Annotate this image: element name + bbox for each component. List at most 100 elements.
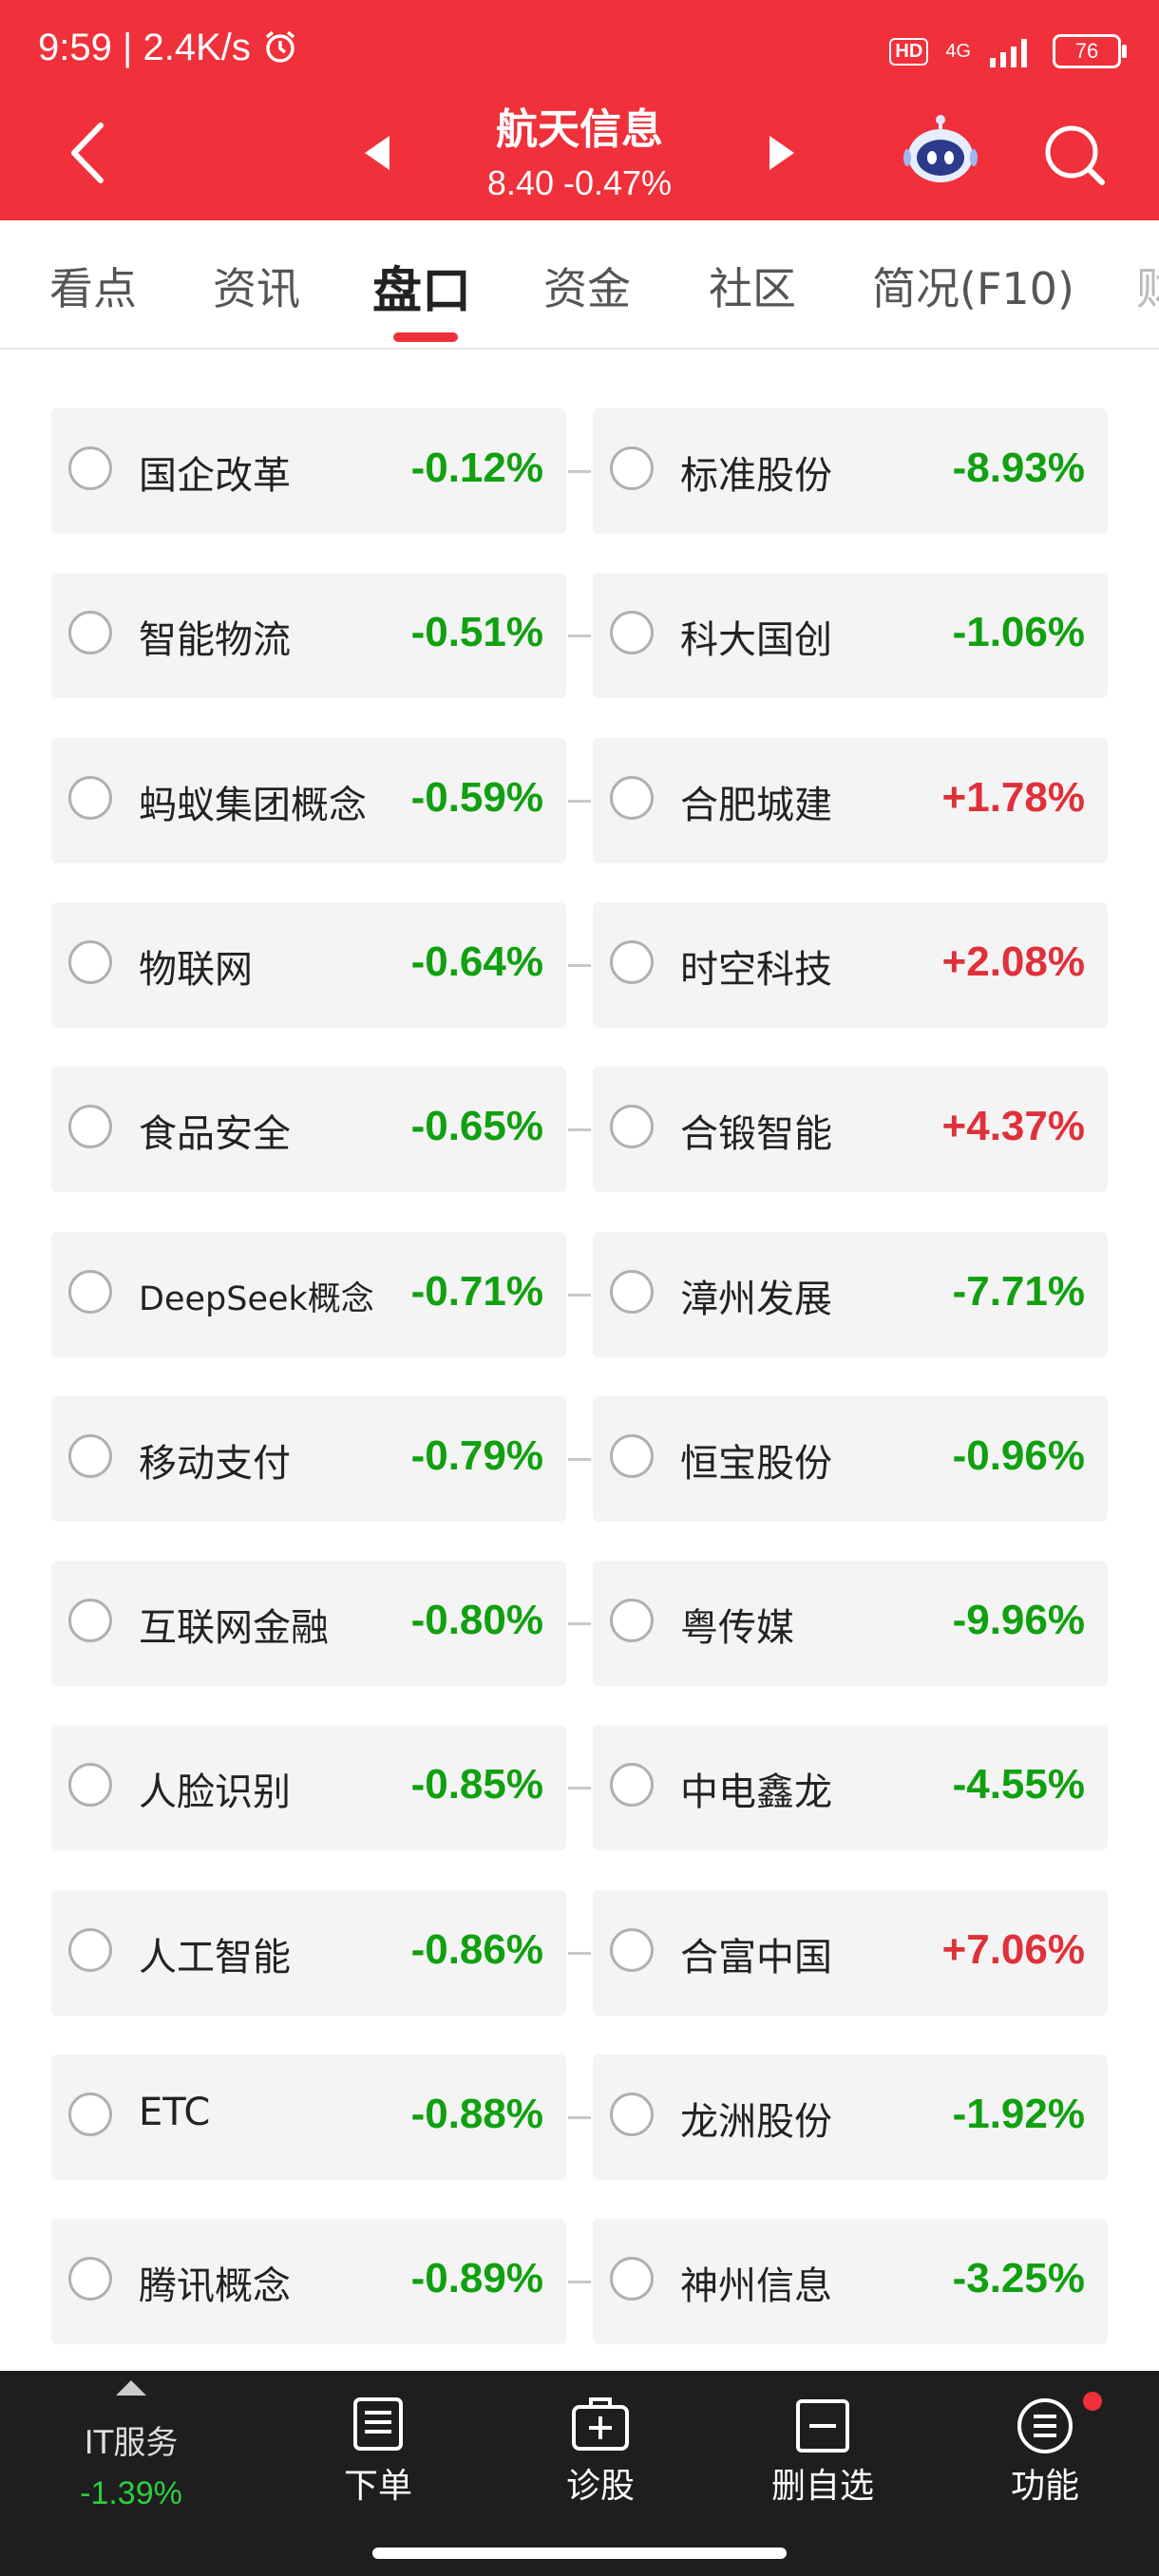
select-radio[interactable]: [610, 611, 654, 654]
concept-stock-cell-left[interactable]: 国企改革 -0.12%: [51, 408, 566, 534]
row-connector: [568, 470, 591, 473]
tab-community[interactable]: 社区: [709, 255, 796, 317]
select-radio[interactable]: [68, 940, 112, 984]
concept-stock-cell-left[interactable]: 腾讯概念 -0.89%: [51, 2219, 566, 2344]
row-connector: [568, 964, 591, 967]
concept-stock-cell-left[interactable]: 智能物流 -0.51%: [51, 573, 566, 698]
select-radio[interactable]: [610, 1763, 654, 1807]
concept-stock-cell-right[interactable]: 粤传媒 -9.96%: [593, 1561, 1108, 1686]
select-radio[interactable]: [68, 1763, 112, 1807]
remove-watchlist-label: 删自选: [770, 2467, 874, 2506]
select-radio[interactable]: [68, 1105, 112, 1148]
function-menu-button[interactable]: 功能: [950, 2371, 1140, 2561]
concept-stock-cell-right[interactable]: 合锻智能 +4.37%: [593, 1067, 1108, 1192]
item-name: 中电鑫龙: [680, 1771, 832, 1814]
select-radio[interactable]: [610, 776, 654, 820]
select-radio[interactable]: [68, 611, 112, 654]
select-radio[interactable]: [68, 1599, 112, 1642]
concept-stock-cell-left[interactable]: 物联网 -0.64%: [51, 902, 566, 1028]
item-name: 漳州发展: [680, 1278, 832, 1321]
row-connector: [568, 2116, 591, 2119]
concept-stock-cell-left[interactable]: 人脸识别 -0.85%: [51, 1725, 566, 1850]
stock-title: 航天信息: [496, 105, 663, 154]
search-icon[interactable]: [1039, 120, 1108, 188]
select-radio[interactable]: [68, 2093, 112, 2136]
concept-stock-cell-left[interactable]: 食品安全 -0.65%: [51, 1067, 566, 1192]
concept-stock-cell-right[interactable]: 龙洲股份 -1.92%: [593, 2055, 1108, 2180]
select-radio[interactable]: [610, 1105, 654, 1148]
select-radio[interactable]: [610, 940, 654, 984]
item-change-pct: -0.80%: [410, 1597, 543, 1643]
tab-kandian[interactable]: 看点: [49, 255, 137, 317]
item-name: 智能物流: [139, 618, 291, 662]
tab-finance[interactable]: 财: [1136, 255, 1159, 317]
item-change-pct: -0.51%: [410, 609, 543, 655]
select-radio[interactable]: [610, 446, 654, 490]
select-radio[interactable]: [610, 2093, 654, 2136]
select-radio[interactable]: [610, 1599, 654, 1642]
concept-stock-cell-right[interactable]: 科大国创 -1.06%: [593, 573, 1108, 698]
item-change-pct: -0.65%: [410, 1103, 543, 1149]
row-connector: [568, 2281, 591, 2283]
concept-stock-cell-right[interactable]: 合富中国 +7.06%: [593, 1890, 1108, 2016]
concept-stock-cell-right[interactable]: 时空科技 +2.08%: [593, 902, 1108, 1028]
home-indicator[interactable]: [372, 2548, 787, 2559]
concept-stock-cell-right[interactable]: 中电鑫龙 -4.55%: [593, 1725, 1108, 1850]
concept-stock-cell-left[interactable]: 移动支付 -0.79%: [51, 1396, 566, 1522]
concept-stock-cell-right[interactable]: 合肥城建 +1.78%: [593, 738, 1108, 863]
row-connector: [568, 1787, 591, 1790]
item-name: 神州信息: [680, 2264, 832, 2308]
concept-stock-cell-left[interactable]: DeepSeek概念 -0.71%: [51, 1232, 566, 1357]
sector-name: IT服务: [84, 2424, 179, 2462]
row-connector: [568, 1622, 591, 1625]
next-stock-button[interactable]: [770, 136, 794, 170]
item-change-pct: -7.71%: [952, 1268, 1085, 1315]
item-name: 合富中国: [680, 1936, 832, 1979]
order-button[interactable]: 下单: [283, 2371, 473, 2561]
status-bar: 9:59 | 2.4K/s HD 4G 76: [0, 0, 1159, 104]
battery-icon: 76: [1053, 34, 1127, 68]
select-radio[interactable]: [68, 776, 112, 820]
tab-funds[interactable]: 资金: [543, 255, 631, 317]
select-radio[interactable]: [68, 446, 112, 490]
concept-stock-cell-left[interactable]: 互联网金融 -0.80%: [51, 1561, 566, 1686]
select-radio[interactable]: [68, 1434, 112, 1478]
select-radio[interactable]: [610, 1270, 654, 1314]
item-name: 恒宝股份: [680, 1442, 832, 1486]
concept-stock-cell-right[interactable]: 标准股份 -8.93%: [593, 408, 1108, 534]
concept-stock-cell-left[interactable]: ETC -0.88%: [51, 2055, 566, 2180]
robot-assistant-icon[interactable]: [902, 114, 978, 190]
sector-indicator[interactable]: IT服务 -1.39%: [36, 2371, 226, 2561]
item-name: 蚂蚁集团概念: [139, 784, 367, 827]
diagnose-button[interactable]: 诊股: [505, 2371, 695, 2561]
concept-stock-cell-right[interactable]: 神州信息 -3.25%: [593, 2219, 1108, 2344]
select-radio[interactable]: [68, 1270, 112, 1314]
item-change-pct: -9.96%: [952, 1597, 1085, 1643]
app-header: 9:59 | 2.4K/s HD 4G 76 航天信息 8.40 -0.47%: [0, 0, 1159, 220]
tab-bar: 看点 资讯 盘口 资金 社区 简况(F10) 财: [0, 220, 1159, 350]
concept-stock-cell-left[interactable]: 蚂蚁集团概念 -0.59%: [51, 738, 566, 863]
item-change-pct: +2.08%: [941, 938, 1085, 985]
remove-watchlist-icon: [796, 2399, 849, 2453]
item-name: 粤传媒: [680, 1606, 794, 1650]
tab-f10[interactable]: 简况(F10): [872, 255, 1074, 317]
active-tab-indicator: [393, 332, 458, 342]
select-radio[interactable]: [68, 1928, 112, 1972]
select-radio[interactable]: [610, 1928, 654, 1972]
item-name: 物联网: [139, 948, 253, 992]
item-name: 人工智能: [139, 1936, 291, 1979]
tab-news[interactable]: 资讯: [213, 255, 300, 317]
item-change-pct: +4.37%: [941, 1103, 1085, 1149]
remove-watchlist-button[interactable]: 删自选: [728, 2371, 918, 2561]
select-radio[interactable]: [68, 2257, 112, 2301]
row-connector: [568, 1952, 591, 1955]
concept-stock-cell-left[interactable]: 人工智能 -0.86%: [51, 1890, 566, 2016]
stock-price-change: 8.40 -0.47%: [486, 163, 673, 202]
tab-pankou[interactable]: 盘口: [372, 251, 471, 322]
row-connector: [568, 635, 591, 637]
select-radio[interactable]: [610, 2257, 654, 2301]
concept-stock-cell-right[interactable]: 漳州发展 -7.71%: [593, 1232, 1108, 1357]
concept-stock-cell-right[interactable]: 恒宝股份 -0.96%: [593, 1396, 1108, 1522]
sector-change: -1.39%: [80, 2475, 182, 2511]
select-radio[interactable]: [610, 1434, 654, 1478]
